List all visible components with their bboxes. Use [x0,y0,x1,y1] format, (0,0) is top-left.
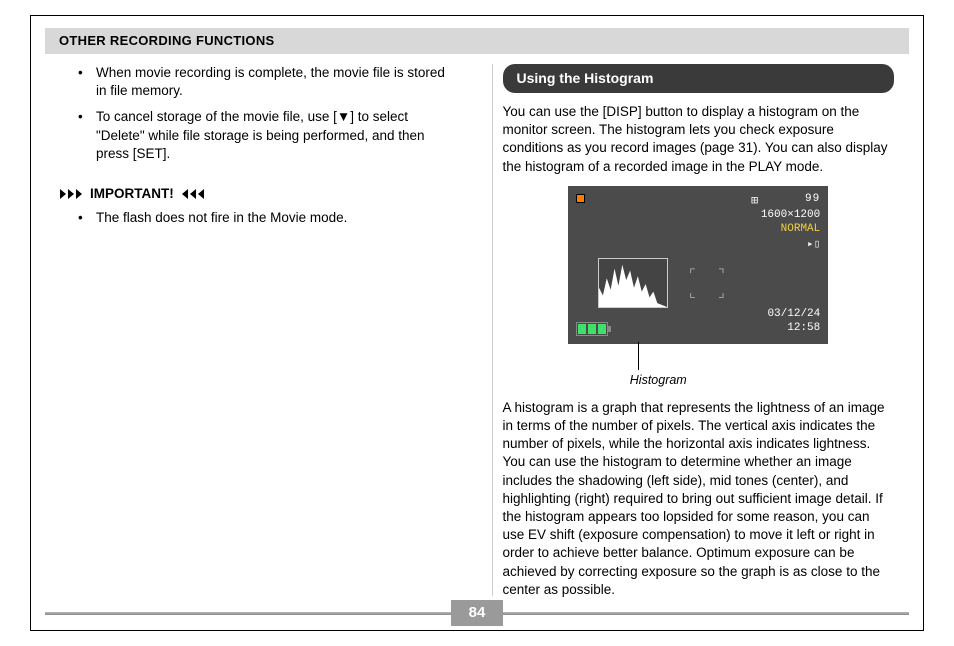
movie-notes-list: When movie recording is complete, the mo… [60,64,452,163]
subsection-title-text: Using the Histogram [517,70,654,86]
footer-rule-right [503,612,909,615]
histogram-graph [598,258,668,308]
left-column: When movie recording is complete, the mo… [60,64,462,596]
time-value: 12:58 [787,321,820,336]
quality-value: NORMAL [781,222,821,237]
shots-remaining: 99 [805,192,820,207]
important-label: IMPORTANT! [90,185,174,203]
bullet-text: The flash does not fire in the Movie mod… [96,210,347,225]
list-item: To cancel storage of the movie file, use… [78,108,452,163]
bullet-text: To cancel storage of the movie file, use… [96,109,425,160]
callout-line [638,342,639,370]
right-column: Using the Histogram You can use the [DIS… [492,64,895,596]
footer-rule-left [45,612,451,615]
page-number: 84 [451,600,504,626]
triangle-left-icon [182,189,204,199]
list-item: The flash does not fire in the Movie mod… [78,209,452,227]
bullet-text: When movie recording is complete, the mo… [96,65,445,98]
lcd-caption: Histogram [630,372,687,389]
important-list: The flash does not fire in the Movie mod… [60,209,452,227]
memory-card-icon: ▸▯ [807,238,820,253]
lcd-screen: ⊞ 99 1600×1200 NORMAL ▸▯ ⌜ ⌝⌞ ⌟ 03/12/24… [568,186,828,344]
lcd-illustration: ⊞ 99 1600×1200 NORMAL ▸▯ ⌜ ⌝⌞ ⌟ 03/12/24… [503,186,895,389]
battery-icon [576,322,608,336]
metering-icon: ⊞ [751,193,758,209]
section-header-text: OTHER RECORDING FUNCTIONS [59,32,275,50]
subsection-title: Using the Histogram [503,64,895,93]
date-value: 03/12/24 [767,307,820,322]
content-columns: When movie recording is complete, the mo… [60,64,894,596]
important-heading: IMPORTANT! [60,185,452,203]
focus-brackets-icon: ⌜ ⌝⌞ ⌟ [688,266,731,304]
section-header: OTHER RECORDING FUNCTIONS [45,28,909,54]
list-item: When movie recording is complete, the mo… [78,64,452,100]
explain-paragraph: A histogram is a graph that represents t… [503,399,895,599]
intro-paragraph: You can use the [DISP] button to display… [503,103,895,176]
page-footer: 84 [45,602,909,624]
record-indicator-icon [576,194,585,203]
triangle-right-icon [60,189,82,199]
resolution-value: 1600×1200 [761,208,820,223]
